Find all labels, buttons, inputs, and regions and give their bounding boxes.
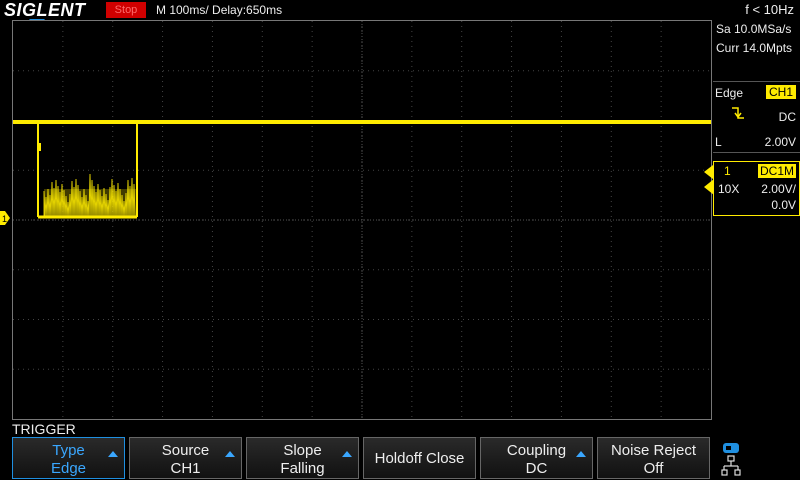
channel1-offset-marker[interactable]: 1 [0,211,10,225]
source-button[interactable]: Source CH1 [129,437,242,479]
trace-burst-fill [44,189,136,217]
info-panel: Sa 10.0MSa/s Curr 14.0Mpts Edge CH1 DC L… [704,20,800,420]
up-arrow-icon [108,451,118,457]
up-arrow-icon [225,451,235,457]
button-value: Off [643,460,664,477]
button-value: CH1 [170,460,201,477]
falling-edge-icon [731,106,745,123]
trigger-source: CH1 [765,85,796,99]
coupling-button[interactable]: Coupling DC [480,437,593,479]
channel1-pointer-icon [704,179,714,195]
channel1-probe: 10X [718,182,740,196]
trigger-info-box[interactable]: Edge CH1 DC L 2.00V [713,81,800,153]
slope-button[interactable]: Slope Falling [246,437,359,479]
channel1-coupling: DC1M [757,164,796,178]
softkey-menu: Type Edge Source CH1 Slope Falling Holdo… [12,437,800,480]
channel1-marker-label: 1 [2,214,7,224]
graticule [13,21,711,419]
button-value: Edge [50,460,87,477]
up-arrow-icon [576,451,586,457]
type-button[interactable]: Type Edge [12,437,125,479]
timebase-value: M 100ms/ [156,3,209,17]
button-value: Falling [280,460,325,477]
button-label: Holdoff Close [374,450,465,467]
menu-title: TRIGGER [12,421,76,437]
usb-icon [723,443,739,453]
trigger-level: 2.00V [764,135,796,149]
frequency-counter: f < 10Hz [745,2,794,17]
button-value: DC [525,460,548,477]
trace-glitch [38,143,41,151]
brand-logo: SIGLENT [4,0,86,20]
sample-rate: Sa 10.0MSa/s [716,22,792,36]
up-arrow-icon [342,451,352,457]
memory-depth: Curr 14.0Mpts [716,41,793,55]
run-stop-indicator[interactable]: Stop [106,2,146,18]
waveform-display[interactable] [12,20,712,420]
holdoff-button[interactable]: Holdoff Close [363,437,476,479]
channel1-info-box[interactable]: 1 DC1M 10X 2.00V/ 0.0V [704,161,800,216]
trigger-type: Edge [715,86,744,100]
trigger-coupling: DC [778,110,796,124]
trigger-level-label: L [715,135,722,149]
timebase-readout[interactable]: M 100ms/ Delay:650ms [156,0,282,20]
button-label: Noise Reject [610,442,697,459]
status-bar: SIGLENT Stop M 100ms/ Delay:650ms f < 10… [0,0,800,20]
channel1-offset: 0.0V [771,198,796,212]
trigger-level-marker[interactable] [704,165,713,179]
network-icon [721,455,741,476]
channel1-number: 1 [724,164,731,178]
channel1-scale: 2.00V/ [761,182,796,196]
delay-value: Delay:650ms [212,3,283,17]
noise-reject-button[interactable]: Noise Reject Off [597,437,710,479]
system-status-icons [721,443,741,476]
